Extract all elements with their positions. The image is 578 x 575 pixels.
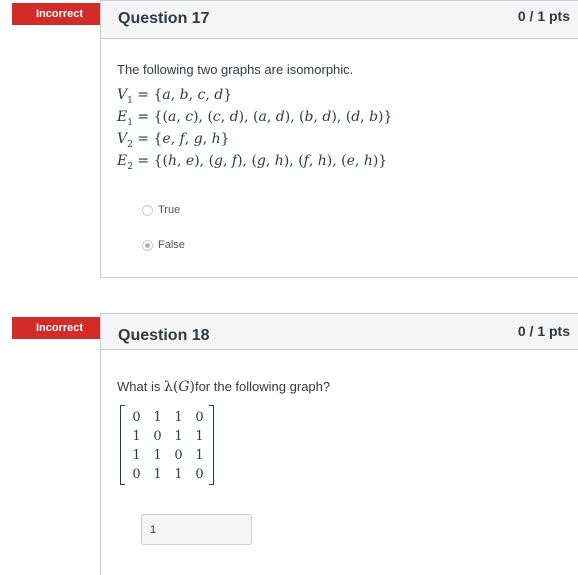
matrix-row: 1 1 0 1 <box>126 446 210 465</box>
matrix-cell: 0 <box>195 410 204 425</box>
question-prompt: What is λ(G)for the following graph? <box>117 379 330 395</box>
matrix-cell: 0 <box>153 429 162 444</box>
math-v2: V2 = {e, f, g, h} <box>117 131 230 150</box>
math-lambda: λ(G) <box>163 379 195 395</box>
question-points: 0 / 1 pts <box>517 8 570 24</box>
matrix-cell: 1 <box>132 448 141 463</box>
math-e2: E2 = {(h, e), (g, f), (g, h), (f, h), (e… <box>117 153 388 172</box>
matrix-cell: 1 <box>174 467 183 482</box>
matrix-cell: 1 <box>153 448 162 463</box>
matrix-cell: 1 <box>174 429 183 444</box>
matrix-table: 0 1 1 0 1 0 1 1 1 1 0 1 0 1 1 0 <box>126 408 210 484</box>
matrix-cell: 0 <box>174 448 183 463</box>
matrix-row: 1 0 1 1 <box>126 427 210 446</box>
question-prompt: The following two graphs are isomorphic. <box>117 62 354 77</box>
question-title: Question 18 <box>118 327 210 344</box>
radio-true[interactable] <box>142 205 153 216</box>
prompt-text-start: What is <box>117 379 164 394</box>
matrix-cell: 0 <box>195 467 204 482</box>
matrix-row: 0 1 1 0 <box>126 408 210 427</box>
incorrect-badge: Incorrect <box>12 3 117 25</box>
matrix-cell: 0 <box>132 467 141 482</box>
question-header: Question 18 0 / 1 pts <box>101 314 578 350</box>
matrix-cell: 1 <box>153 467 162 482</box>
answer-input[interactable]: 1 <box>141 514 252 545</box>
radio-false[interactable] <box>142 240 153 251</box>
answer-label: True <box>158 204 181 216</box>
matrix-cell: 1 <box>195 429 204 444</box>
matrix-cell: 1 <box>153 410 162 425</box>
math-v1: V1 = {a, b, c, d} <box>117 87 233 106</box>
matrix-row: 0 1 1 0 <box>126 465 210 484</box>
matrix-cell: 1 <box>195 448 204 463</box>
prompt-text-end: for the following graph? <box>194 379 331 394</box>
question-title: Question 17 <box>118 10 210 27</box>
question-points: 0 / 1 pts <box>517 323 570 339</box>
answer-label: False <box>158 239 185 251</box>
matrix-cell: 1 <box>174 410 183 425</box>
matrix-left-bracket <box>120 405 125 485</box>
adjacency-matrix: 0 1 1 0 1 0 1 1 1 1 0 1 0 1 1 0 <box>120 405 214 485</box>
incorrect-badge: Incorrect <box>12 317 117 339</box>
matrix-cell: 0 <box>132 410 141 425</box>
question-header: Question 17 0 / 1 pts <box>101 1 578 39</box>
matrix-cell: 1 <box>132 429 141 444</box>
math-e1: E1 = {(a, c), (c, d), (a, d), (b, d), (d… <box>117 109 393 128</box>
